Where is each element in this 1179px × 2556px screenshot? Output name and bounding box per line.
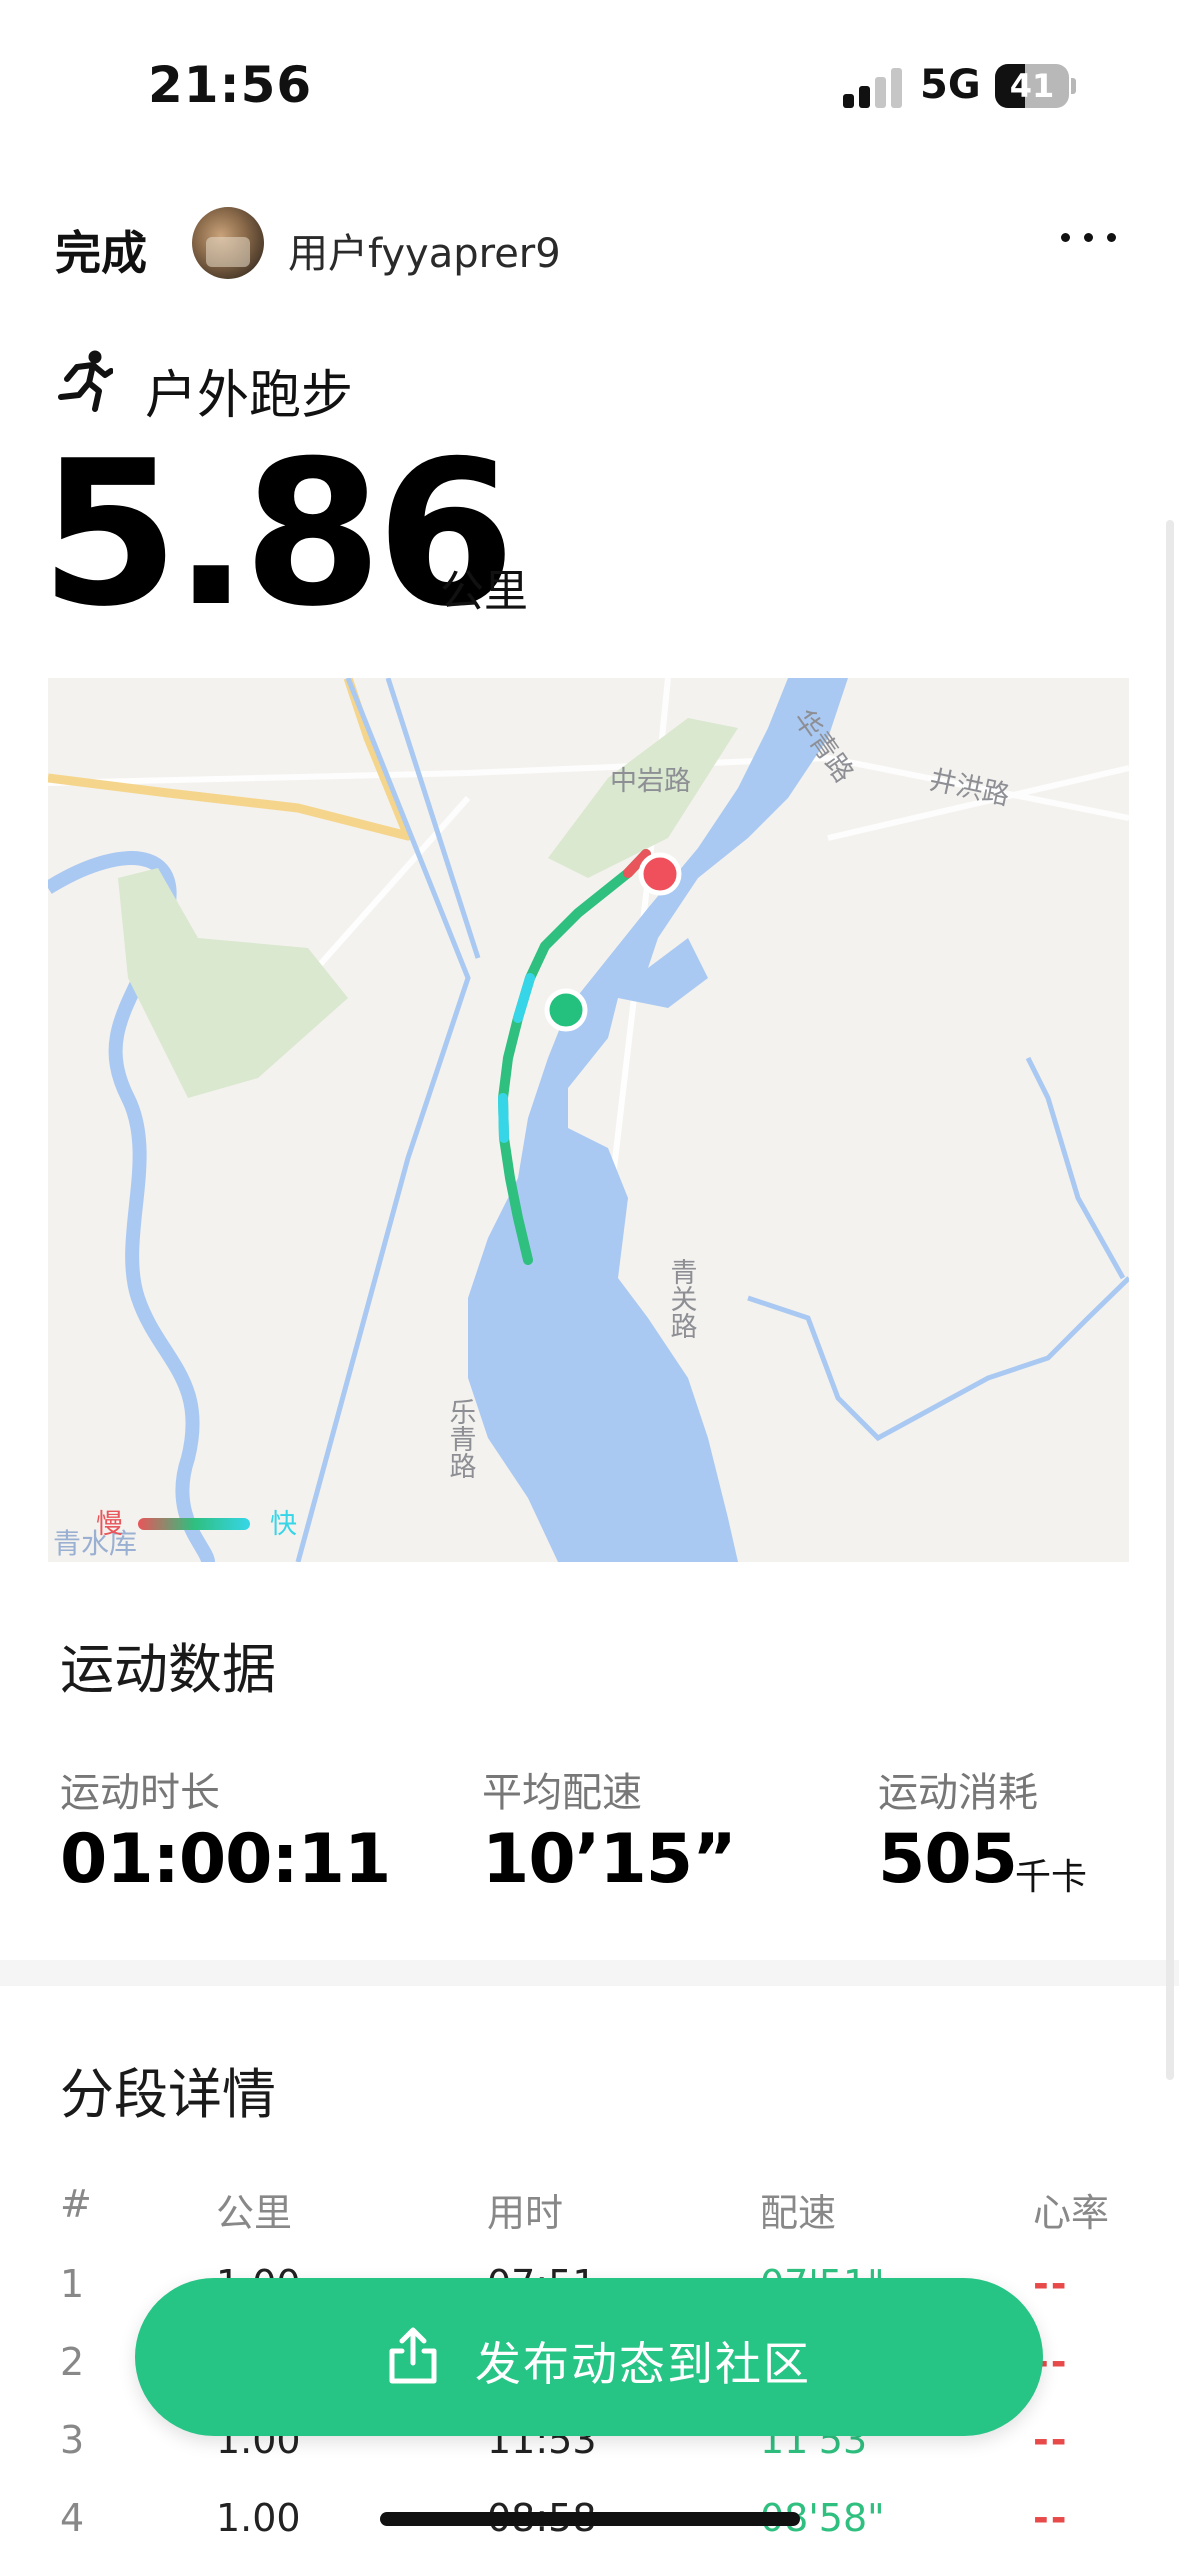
duration-label: 运动时长 bbox=[60, 1770, 220, 1816]
map-canvas: 中岩路 井洪路 华青路 青关路 乐青路 青水库 慢 快 bbox=[48, 678, 1129, 1562]
highway bbox=[48, 678, 413, 841]
split-km: 1.00 bbox=[216, 2496, 301, 2540]
col-header-pace: 配速 bbox=[760, 2191, 837, 2235]
section-divider bbox=[0, 1960, 1179, 1986]
calories-value: 505 bbox=[878, 1820, 1018, 1899]
end-marker bbox=[638, 852, 682, 896]
split-index: 1 bbox=[60, 2262, 85, 2306]
battery-icon: 41 bbox=[995, 64, 1076, 108]
header: 完成 用户fyyaprer9 bbox=[0, 195, 1179, 295]
stats-section-title: 运动数据 bbox=[60, 1638, 276, 1701]
distance-unit: 公里 bbox=[440, 566, 528, 617]
park-area bbox=[118, 868, 348, 1098]
network-type: 5G bbox=[920, 62, 981, 108]
duration-value: 01:00:11 bbox=[60, 1820, 391, 1899]
col-header-km: 公里 bbox=[216, 2191, 293, 2235]
legend-slow: 慢 bbox=[96, 1509, 123, 1540]
pace-value: 10’15” bbox=[482, 1820, 737, 1899]
battery-level: 41 bbox=[1009, 67, 1055, 105]
speed-legend-bar bbox=[138, 1518, 250, 1530]
avatar[interactable] bbox=[192, 207, 264, 279]
splits-section-title: 分段详情 bbox=[60, 2063, 276, 2126]
status-time: 21:56 bbox=[148, 56, 313, 114]
publish-button-label: 发布动态到社区 bbox=[475, 2337, 811, 2391]
split-index: 4 bbox=[60, 2496, 85, 2540]
legend-fast: 快 bbox=[270, 1509, 297, 1540]
road-label-zhongyan: 中岩路 bbox=[610, 766, 691, 797]
split-heart-rate: -- bbox=[1033, 2496, 1069, 2540]
done-button[interactable]: 完成 bbox=[55, 217, 147, 283]
road-label-qingguan: 青关路 bbox=[666, 1258, 697, 1339]
calories-label: 运动消耗 bbox=[878, 1770, 1038, 1816]
cellular-signal-icon bbox=[843, 66, 903, 108]
split-index: 3 bbox=[60, 2418, 85, 2462]
start-marker bbox=[544, 988, 588, 1032]
col-header-time: 用时 bbox=[487, 2191, 564, 2235]
activity-type-label: 户外跑步 bbox=[145, 366, 354, 426]
scrollbar[interactable] bbox=[1166, 520, 1174, 2080]
home-indicator[interactable] bbox=[380, 2512, 800, 2526]
split-heart-rate: -- bbox=[1033, 2262, 1069, 2306]
col-header-heart-rate: 心率 bbox=[1033, 2191, 1110, 2235]
split-heart-rate: -- bbox=[1033, 2418, 1069, 2462]
road-label-leqing: 乐青路 bbox=[445, 1398, 476, 1479]
publish-to-community-button[interactable]: 发布动态到社区 bbox=[135, 2278, 1043, 2436]
split-index: 2 bbox=[60, 2340, 85, 2384]
username[interactable]: 用户fyyaprer9 bbox=[288, 221, 561, 279]
running-icon bbox=[58, 350, 113, 412]
route-map[interactable]: 中岩路 井洪路 华青路 青关路 乐青路 青水库 慢 快 bbox=[48, 678, 1129, 1562]
reservoir-label: 青水库 bbox=[53, 1527, 137, 1560]
status-bar: 21:56 5G 41 bbox=[0, 0, 1179, 150]
calories-unit: 千卡 bbox=[1015, 1857, 1088, 1898]
more-options-icon[interactable] bbox=[1059, 217, 1119, 257]
col-header-index: # bbox=[60, 2182, 92, 2226]
share-icon bbox=[389, 2327, 437, 2384]
pace-label: 平均配速 bbox=[482, 1770, 642, 1816]
